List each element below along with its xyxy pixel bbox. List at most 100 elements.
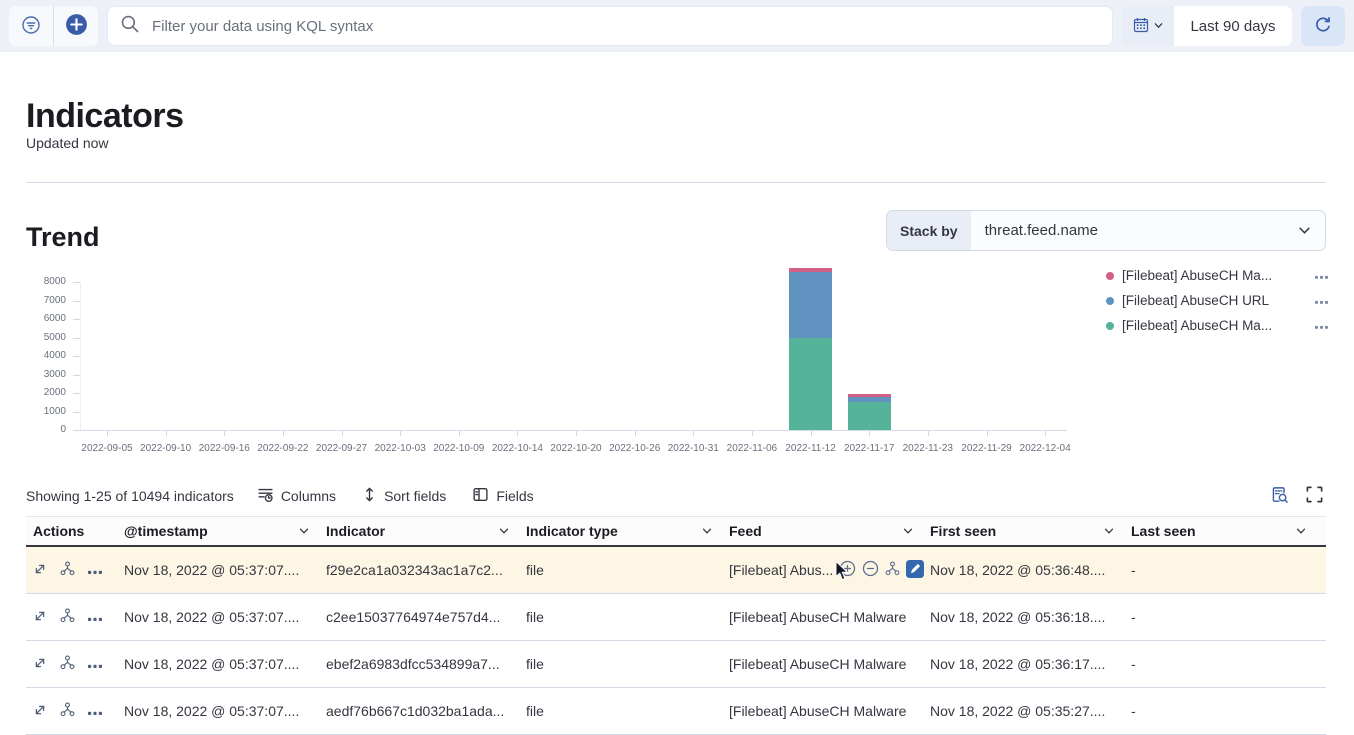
- indicator-type-cell: file: [526, 609, 729, 625]
- more-actions-button[interactable]: [88, 704, 102, 719]
- edit-button[interactable]: [906, 560, 924, 581]
- more-actions-icon: [88, 563, 102, 578]
- chevron-down-icon[interactable]: [701, 525, 713, 537]
- calendar-icon: [1133, 17, 1149, 36]
- column-header-label: Indicator: [326, 523, 385, 539]
- investigate-in-timeline-icon: [60, 655, 75, 673]
- investigate-in-timeline-icon: [60, 608, 75, 626]
- investigate-in-timeline-button[interactable]: [60, 561, 75, 579]
- column-header-indicator[interactable]: Indicator: [326, 523, 526, 539]
- more-actions-icon: [88, 704, 102, 719]
- column-header-label: Actions: [33, 523, 84, 539]
- y-axis-label: 6000: [26, 313, 66, 325]
- fields-icon: [472, 486, 489, 506]
- boxes-horizontal-icon: [1315, 293, 1328, 308]
- chevron-down-icon[interactable]: [498, 525, 510, 537]
- add-to-timeline-button[interactable]: [885, 561, 900, 579]
- legend-series-dot: [1106, 322, 1114, 330]
- column-header-actions[interactable]: Actions: [33, 523, 124, 539]
- feed-cell: [Filebeat] AbuseCH Malware: [729, 656, 930, 672]
- investigate-in-timeline-button[interactable]: [60, 608, 75, 626]
- y-axis-label: 5000: [26, 332, 66, 344]
- x-axis-tick: [517, 430, 518, 436]
- y-axis-tick: [73, 412, 80, 413]
- columns-icon: [257, 486, 274, 506]
- x-axis-tick: [811, 430, 812, 436]
- bar-segment[interactable]: [848, 394, 891, 396]
- filter-out-button[interactable]: [862, 560, 879, 580]
- filter-in-button[interactable]: [839, 560, 856, 580]
- updated-status: Updated now: [26, 135, 109, 151]
- inspect-icon: [1270, 485, 1289, 507]
- filter-out-icon: [862, 560, 879, 580]
- fullscreen-button[interactable]: [1303, 483, 1326, 509]
- x-axis-tick: [987, 430, 988, 436]
- y-axis-label: 8000: [26, 276, 66, 288]
- y-axis-line: [80, 282, 81, 430]
- more-actions-button[interactable]: [88, 610, 102, 625]
- chevron-down-icon[interactable]: [1295, 525, 1307, 537]
- table-row: Nov 18, 2022 @ 05:37:07.... f29e2ca1a032…: [26, 547, 1326, 594]
- chevron-down-icon: [1297, 223, 1312, 238]
- more-actions-button[interactable]: [88, 657, 102, 672]
- expand-button[interactable]: [33, 656, 47, 673]
- add-to-timeline-icon: [885, 561, 900, 579]
- feed-value: [Filebeat] AbuseCH Malware: [729, 609, 906, 625]
- bar-segment[interactable]: [848, 402, 891, 430]
- filter-in-icon: [839, 560, 856, 580]
- bar-segment[interactable]: [789, 272, 832, 339]
- saved-query-menu-button[interactable]: [9, 6, 53, 46]
- trend-chart: 0100020003000400050006000700080002022-09…: [26, 266, 1088, 466]
- fields-button[interactable]: Fields: [459, 486, 546, 506]
- legend-actions-button[interactable]: [1313, 293, 1330, 308]
- legend-series-label[interactable]: [Filebeat] AbuseCH Ma...: [1122, 318, 1305, 333]
- x-axis-tick: [928, 430, 929, 436]
- column-header-first-seen[interactable]: First seen: [930, 523, 1131, 539]
- chevron-down-icon[interactable]: [1103, 525, 1115, 537]
- inspect-button[interactable]: [1268, 483, 1291, 509]
- bar-segment[interactable]: [848, 397, 891, 402]
- kql-filter-bar[interactable]: [107, 6, 1113, 46]
- chevron-down-icon[interactable]: [298, 525, 310, 537]
- investigate-in-timeline-button[interactable]: [60, 655, 75, 673]
- y-axis-tick: [73, 375, 80, 376]
- expand-button[interactable]: [33, 562, 47, 579]
- trend-heading: Trend: [26, 222, 100, 253]
- expand-button[interactable]: [33, 609, 47, 626]
- stack-by-value: threat.feed.name: [971, 222, 1297, 239]
- refresh-button[interactable]: [1301, 6, 1345, 46]
- indicator-cell: aedf76b667c1d032ba1ada...: [326, 703, 526, 719]
- sort-fields-button[interactable]: Sort fields: [349, 486, 459, 506]
- columns-button[interactable]: Columns: [244, 486, 349, 506]
- column-header--timestamp[interactable]: @timestamp: [124, 523, 326, 539]
- date-range-button[interactable]: Last 90 days: [1174, 6, 1292, 46]
- legend-actions-button[interactable]: [1313, 268, 1330, 283]
- more-actions-button[interactable]: [88, 563, 102, 578]
- edit-icon: [906, 560, 924, 581]
- date-quick-select-button[interactable]: [1122, 6, 1174, 46]
- investigate-in-timeline-button[interactable]: [60, 702, 75, 720]
- results-count: Showing 1-25 of 10494 indicators: [26, 488, 234, 504]
- investigate-in-timeline-icon: [60, 702, 75, 720]
- first-seen-cell: Nov 18, 2022 @ 05:35:27....: [930, 703, 1131, 719]
- legend-series-label[interactable]: [Filebeat] AbuseCH URL: [1122, 293, 1305, 308]
- indicator-type-cell: file: [526, 703, 729, 719]
- add-filter-button[interactable]: [54, 6, 98, 46]
- x-axis-tick: [400, 430, 401, 436]
- stack-by-select[interactable]: Stack by threat.feed.name: [886, 210, 1326, 251]
- x-axis-tick: [342, 430, 343, 436]
- bar-segment[interactable]: [789, 338, 832, 430]
- page-title: Indicators: [26, 97, 183, 136]
- legend-actions-button[interactable]: [1313, 318, 1330, 333]
- column-header-last-seen[interactable]: Last seen: [1131, 523, 1323, 539]
- fields-button-label: Fields: [496, 488, 533, 504]
- chevron-down-icon[interactable]: [902, 525, 914, 537]
- column-header-indicator-type[interactable]: Indicator type: [526, 523, 729, 539]
- bar-segment[interactable]: [789, 268, 832, 272]
- column-header-feed[interactable]: Feed: [729, 523, 930, 539]
- search-icon: [120, 14, 140, 39]
- legend-series-label[interactable]: [Filebeat] AbuseCH Ma...: [1122, 268, 1305, 283]
- y-axis-label: 4000: [26, 350, 66, 362]
- kql-search-input[interactable]: [150, 17, 1100, 36]
- expand-button[interactable]: [33, 703, 47, 720]
